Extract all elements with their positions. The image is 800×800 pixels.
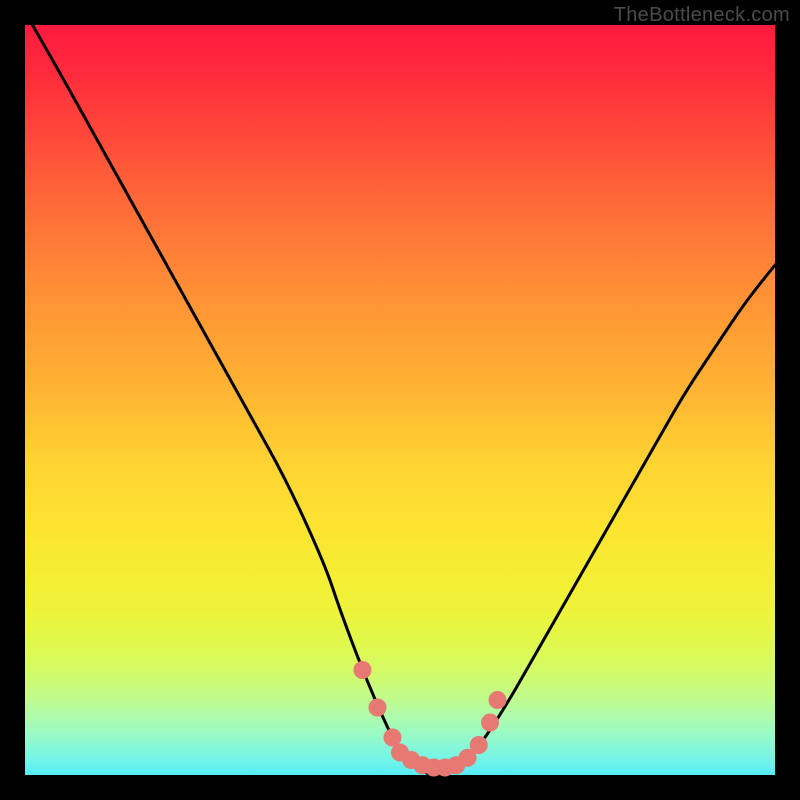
outer-frame: TheBottleneck.com [0, 0, 800, 800]
bottleneck-curve-path [33, 25, 776, 775]
highlight-dot [354, 661, 372, 679]
curve-svg [25, 25, 775, 775]
plot-area [25, 25, 775, 775]
curve-group [33, 25, 776, 775]
watermark-text: TheBottleneck.com [614, 4, 790, 27]
highlight-dot [481, 714, 499, 732]
highlight-dot [369, 699, 387, 717]
dots-group [354, 661, 507, 777]
highlight-dot [489, 691, 507, 709]
highlight-dot [470, 736, 488, 754]
